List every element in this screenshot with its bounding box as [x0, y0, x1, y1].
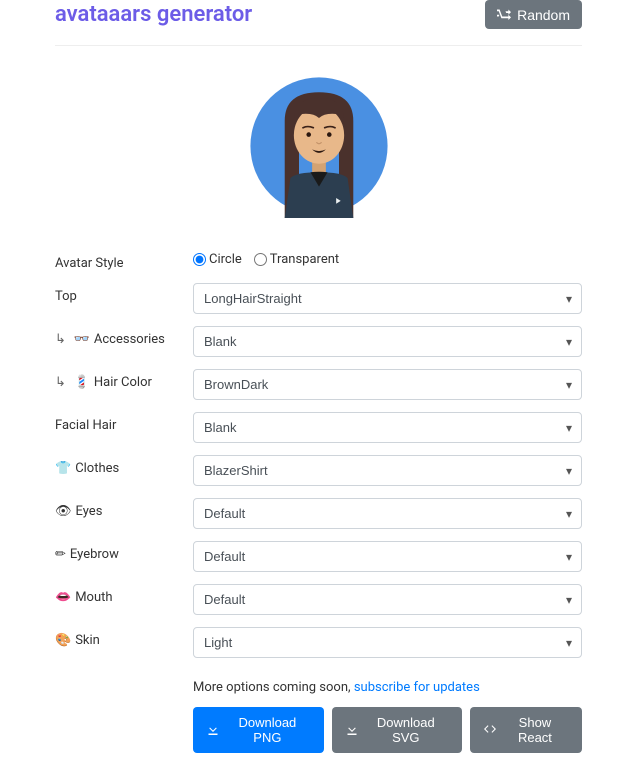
label-eyebrow: ✏ Eyebrow — [55, 541, 193, 562]
download-png-button[interactable]: Download PNG — [193, 707, 324, 753]
row-eyes: 👁 Eyes Default — [55, 498, 582, 529]
row-mouth: 👄 Mouth Default — [55, 584, 582, 615]
download-svg-button[interactable]: Download SVG — [332, 707, 462, 753]
download-icon — [207, 723, 219, 738]
row-facial-hair: Facial Hair Blank — [55, 412, 582, 443]
random-button[interactable]: Random — [485, 0, 582, 29]
row-hair-color: ↳ 💈 Hair Color BrownDark — [55, 369, 582, 400]
label-facial-hair: Facial Hair — [55, 412, 193, 433]
select-hair-color[interactable]: BrownDark — [193, 369, 582, 400]
row-accessories: ↳ 👓 Accessories Blank — [55, 326, 582, 357]
barber-icon: ↳ 💈 — [55, 375, 90, 390]
select-clothes[interactable]: BlazerShirt — [193, 455, 582, 486]
show-react-button[interactable]: Show React — [470, 707, 582, 753]
shuffle-icon — [497, 6, 511, 23]
pencil-icon: ✏ — [55, 547, 66, 562]
row-footer: More options coming soon, subscribe for … — [55, 670, 582, 753]
shirt-icon: 👕 — [55, 461, 71, 476]
label-accessories: ↳ 👓 Accessories — [55, 326, 193, 347]
row-eyebrow: ✏ Eyebrow Default — [55, 541, 582, 572]
avatar-preview — [55, 66, 582, 226]
label-top: Top — [55, 283, 193, 304]
select-skin[interactable]: Light — [193, 627, 582, 658]
label-hair-color: ↳ 💈 Hair Color — [55, 369, 193, 390]
eye-icon: 👁 — [55, 504, 72, 519]
radio-transparent-input[interactable] — [254, 253, 267, 266]
select-eyes[interactable]: Default — [193, 498, 582, 529]
glasses-icon: ↳ 👓 — [55, 332, 90, 347]
radio-circle[interactable]: Circle — [193, 252, 242, 267]
row-clothes: 👕 Clothes BlazerShirt — [55, 455, 582, 486]
select-top[interactable]: LongHairStraight — [193, 283, 582, 314]
row-skin: 🎨 Skin Light — [55, 627, 582, 658]
palette-icon: 🎨 — [55, 633, 71, 648]
subscribe-link[interactable]: subscribe for updates — [354, 680, 480, 695]
radio-circle-input[interactable] — [193, 253, 206, 266]
label-clothes: 👕 Clothes — [55, 455, 193, 476]
row-top: Top LongHairStraight — [55, 283, 582, 314]
label-eyes: 👁 Eyes — [55, 498, 193, 519]
header: avataaars generator Random — [55, 0, 582, 46]
select-accessories[interactable]: Blank — [193, 326, 582, 357]
random-button-label: Random — [517, 7, 570, 23]
select-mouth[interactable]: Default — [193, 584, 582, 615]
row-avatar-style: Avatar Style Circle Transparent — [55, 250, 582, 271]
avatar-image — [239, 66, 399, 226]
select-facial-hair[interactable]: Blank — [193, 412, 582, 443]
code-icon — [484, 723, 496, 738]
mouth-icon: 👄 — [55, 590, 71, 605]
label-skin: 🎨 Skin — [55, 627, 193, 648]
label-avatar-style: Avatar Style — [55, 250, 193, 271]
page-title: avataaars generator — [55, 2, 252, 27]
label-mouth: 👄 Mouth — [55, 584, 193, 605]
select-eyebrow[interactable]: Default — [193, 541, 582, 572]
radio-transparent[interactable]: Transparent — [254, 252, 339, 267]
more-options-text: More options coming soon, subscribe for … — [193, 680, 582, 695]
download-icon — [346, 723, 358, 738]
